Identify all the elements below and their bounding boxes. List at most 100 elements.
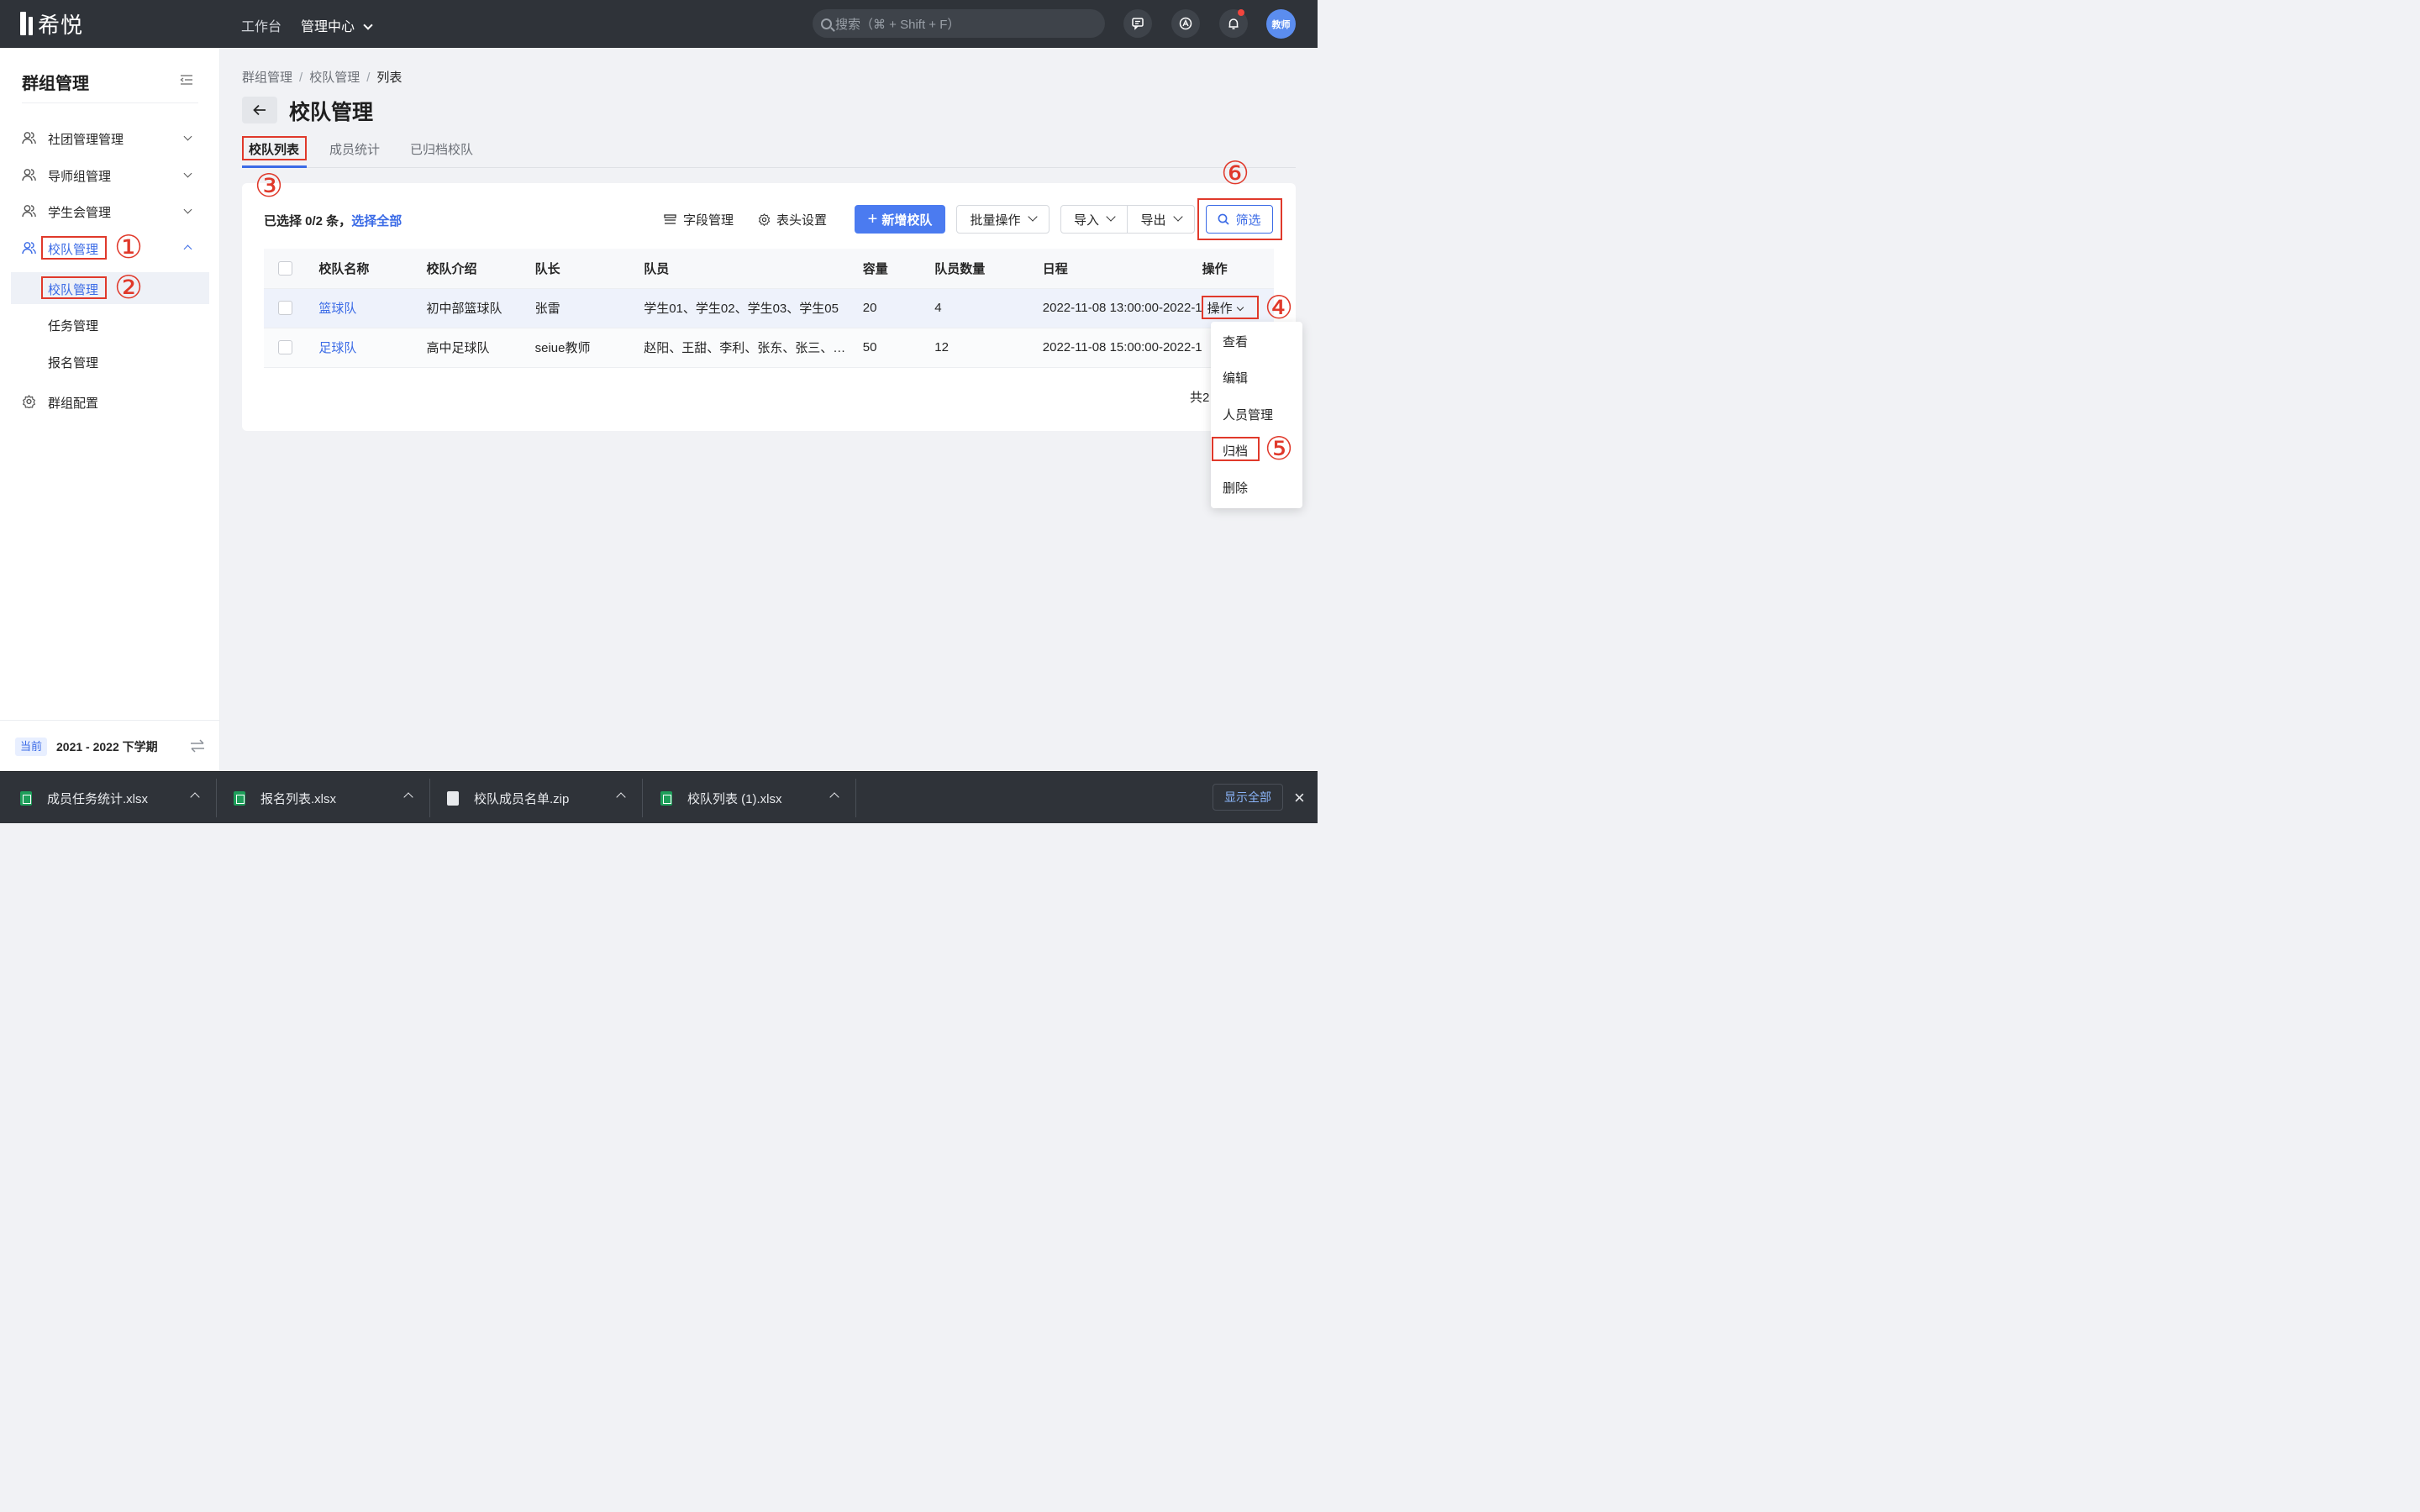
- team-members: 学生01、学生02、学生03、学生05: [644, 288, 863, 328]
- row-checkbox-cell: [264, 328, 319, 368]
- sidebar-subitem-label: 报名管理: [48, 356, 99, 370]
- select-all-link[interactable]: 选择全部: [351, 214, 402, 228]
- breadcrumb: 群组管理 / 校队管理 / 列表: [242, 71, 402, 85]
- field-management-button[interactable]: 字段管理: [664, 205, 734, 234]
- batch-actions-button[interactable]: 批量操作: [956, 205, 1050, 234]
- row-checkbox[interactable]: [278, 301, 292, 316]
- sidebar-item-clubs[interactable]: 社团管理管理: [0, 123, 220, 153]
- download-filename: 校队成员名单.zip: [474, 791, 570, 806]
- app-logo[interactable]: 希悦: [20, 10, 83, 38]
- menu-item-delete[interactable]: 删除: [1223, 479, 1248, 496]
- show-all-downloads-button[interactable]: 显示全部: [1213, 784, 1283, 811]
- annotation-box: [1197, 198, 1282, 240]
- column-header: 容量: [862, 249, 935, 289]
- header-settings-button[interactable]: 表头设置: [758, 205, 827, 234]
- sidebar-item-label: 学生会管理: [48, 206, 112, 220]
- team-list-card: 已选择 0/2 条，选择全部 字段管理 表头设置 + 新增校队 批量操作 导入 …: [242, 183, 1296, 431]
- breadcrumb-item[interactable]: 群组管理: [242, 71, 292, 85]
- menu-item-edit[interactable]: 编辑: [1223, 369, 1248, 386]
- annotation-number: ①: [114, 228, 144, 265]
- chevron-up-icon[interactable]: [829, 792, 839, 802]
- export-label: 导出: [1140, 213, 1166, 228]
- sidebar-item-label: 社团管理管理: [48, 133, 124, 147]
- xlsx-file-icon: [20, 790, 32, 806]
- annotation-box: [41, 236, 107, 260]
- team-members: 赵阳、王甜、李利、张东、张三、…: [644, 328, 863, 368]
- sidebar-item-label: 导师组管理: [48, 170, 112, 184]
- row-actions-menu: 查看 编辑 人员管理 归档 删除: [1211, 322, 1302, 508]
- chevron-down-icon: [1172, 212, 1183, 222]
- sidebar-subitem-signup-mgmt[interactable]: 报名管理: [11, 345, 209, 377]
- column-header: 日程: [1042, 249, 1202, 289]
- nav-workbench[interactable]: 工作台: [241, 15, 281, 35]
- sidebar-item-student-union[interactable]: 学生会管理: [0, 196, 220, 226]
- download-filename: 报名列表.xlsx: [260, 791, 337, 806]
- selection-count: 已选择 0/2 条，: [264, 214, 352, 228]
- sidebar-item-group-config[interactable]: 群组配置: [0, 386, 220, 417]
- sidebar-subitem-task-mgmt[interactable]: 任务管理: [11, 308, 209, 340]
- download-item[interactable]: 报名列表.xlsx: [234, 772, 336, 824]
- annotation-number: ⑤: [1265, 430, 1294, 467]
- sidebar-item-school-teams[interactable]: 校队管理: [0, 233, 220, 263]
- team-intro: 高中足球队: [426, 328, 535, 368]
- arrow-left-icon: [253, 104, 266, 116]
- search-placeholder: 搜索（⌘ + Shift + F）: [835, 17, 960, 32]
- notification-bell-icon[interactable]: [1219, 9, 1248, 38]
- team-intro: 初中部篮球队: [426, 288, 535, 328]
- close-icon[interactable]: ×: [1294, 787, 1305, 809]
- zip-file-icon: [447, 790, 459, 806]
- team-captain: seiue教师: [534, 328, 644, 368]
- add-team-button[interactable]: + 新增校队: [855, 205, 945, 234]
- back-button[interactable]: [242, 97, 277, 123]
- table-header-row: 校队名称 校队介绍 队长 队员 容量 队员数量 日程 操作: [264, 249, 1274, 289]
- chevron-down-icon: [363, 20, 373, 30]
- nav-admin-center[interactable]: 管理中心: [301, 15, 373, 35]
- chevron-down-icon: [1027, 212, 1038, 222]
- term-switcher: 当前 2021 - 2022 下学期: [0, 720, 220, 771]
- download-filename: 校队列表 (1).xlsx: [687, 791, 782, 806]
- chevron-up-icon[interactable]: [190, 792, 200, 802]
- fields-icon: [664, 213, 676, 224]
- annotation-box: [1212, 437, 1260, 461]
- team-name-link[interactable]: 篮球队: [318, 302, 356, 316]
- collapse-sidebar-icon[interactable]: [180, 75, 193, 85]
- tab-archived-teams[interactable]: 已归档校队: [410, 140, 473, 158]
- team-member-count: 12: [934, 328, 1043, 368]
- chevron-down-icon: [183, 169, 192, 178]
- avatar[interactable]: 教师: [1266, 9, 1296, 39]
- chevron-down-icon: [183, 205, 192, 214]
- export-button[interactable]: 导出: [1127, 205, 1195, 234]
- team-name-link[interactable]: 足球队: [318, 341, 356, 355]
- download-item[interactable]: 校队列表 (1).xlsx: [660, 772, 782, 824]
- tab-member-stats[interactable]: 成员统计: [329, 140, 380, 158]
- chevron-up-icon[interactable]: [403, 792, 413, 802]
- users-icon: [22, 132, 36, 144]
- select-all-checkbox[interactable]: [278, 261, 292, 276]
- sidebar-subitem-label: 任务管理: [48, 319, 99, 333]
- team-schedule: 2022-11-08 15:00:00-2022-1: [1042, 328, 1202, 368]
- menu-item-view[interactable]: 查看: [1223, 333, 1248, 350]
- message-icon[interactable]: [1123, 9, 1152, 38]
- menu-item-members[interactable]: 人员管理: [1223, 406, 1273, 423]
- logo-icon: [20, 12, 33, 35]
- download-item[interactable]: 成员任务统计.xlsx: [20, 772, 148, 824]
- users-icon: [22, 169, 36, 181]
- import-button[interactable]: 导入: [1060, 205, 1128, 234]
- xlsx-file-icon: [660, 790, 672, 806]
- chevron-up-icon[interactable]: [616, 792, 626, 802]
- swap-icon[interactable]: [190, 739, 205, 753]
- users-icon: [22, 205, 36, 218]
- breadcrumb-item[interactable]: 校队管理: [309, 71, 360, 85]
- app-store-icon[interactable]: [1171, 9, 1200, 38]
- annotation-box: [41, 276, 107, 299]
- column-header: 队员: [644, 249, 863, 289]
- download-item[interactable]: 校队成员名单.zip: [447, 772, 569, 824]
- users-icon: [22, 242, 36, 255]
- chevron-down-icon: [1106, 212, 1116, 222]
- field-management-label: 字段管理: [683, 213, 734, 228]
- annotation-number: ⑥: [1221, 155, 1250, 192]
- divider: [429, 779, 430, 817]
- global-search-input[interactable]: 搜索（⌘ + Shift + F）: [813, 9, 1105, 38]
- sidebar-item-mentors[interactable]: 导师组管理: [0, 160, 220, 190]
- row-checkbox[interactable]: [278, 340, 292, 355]
